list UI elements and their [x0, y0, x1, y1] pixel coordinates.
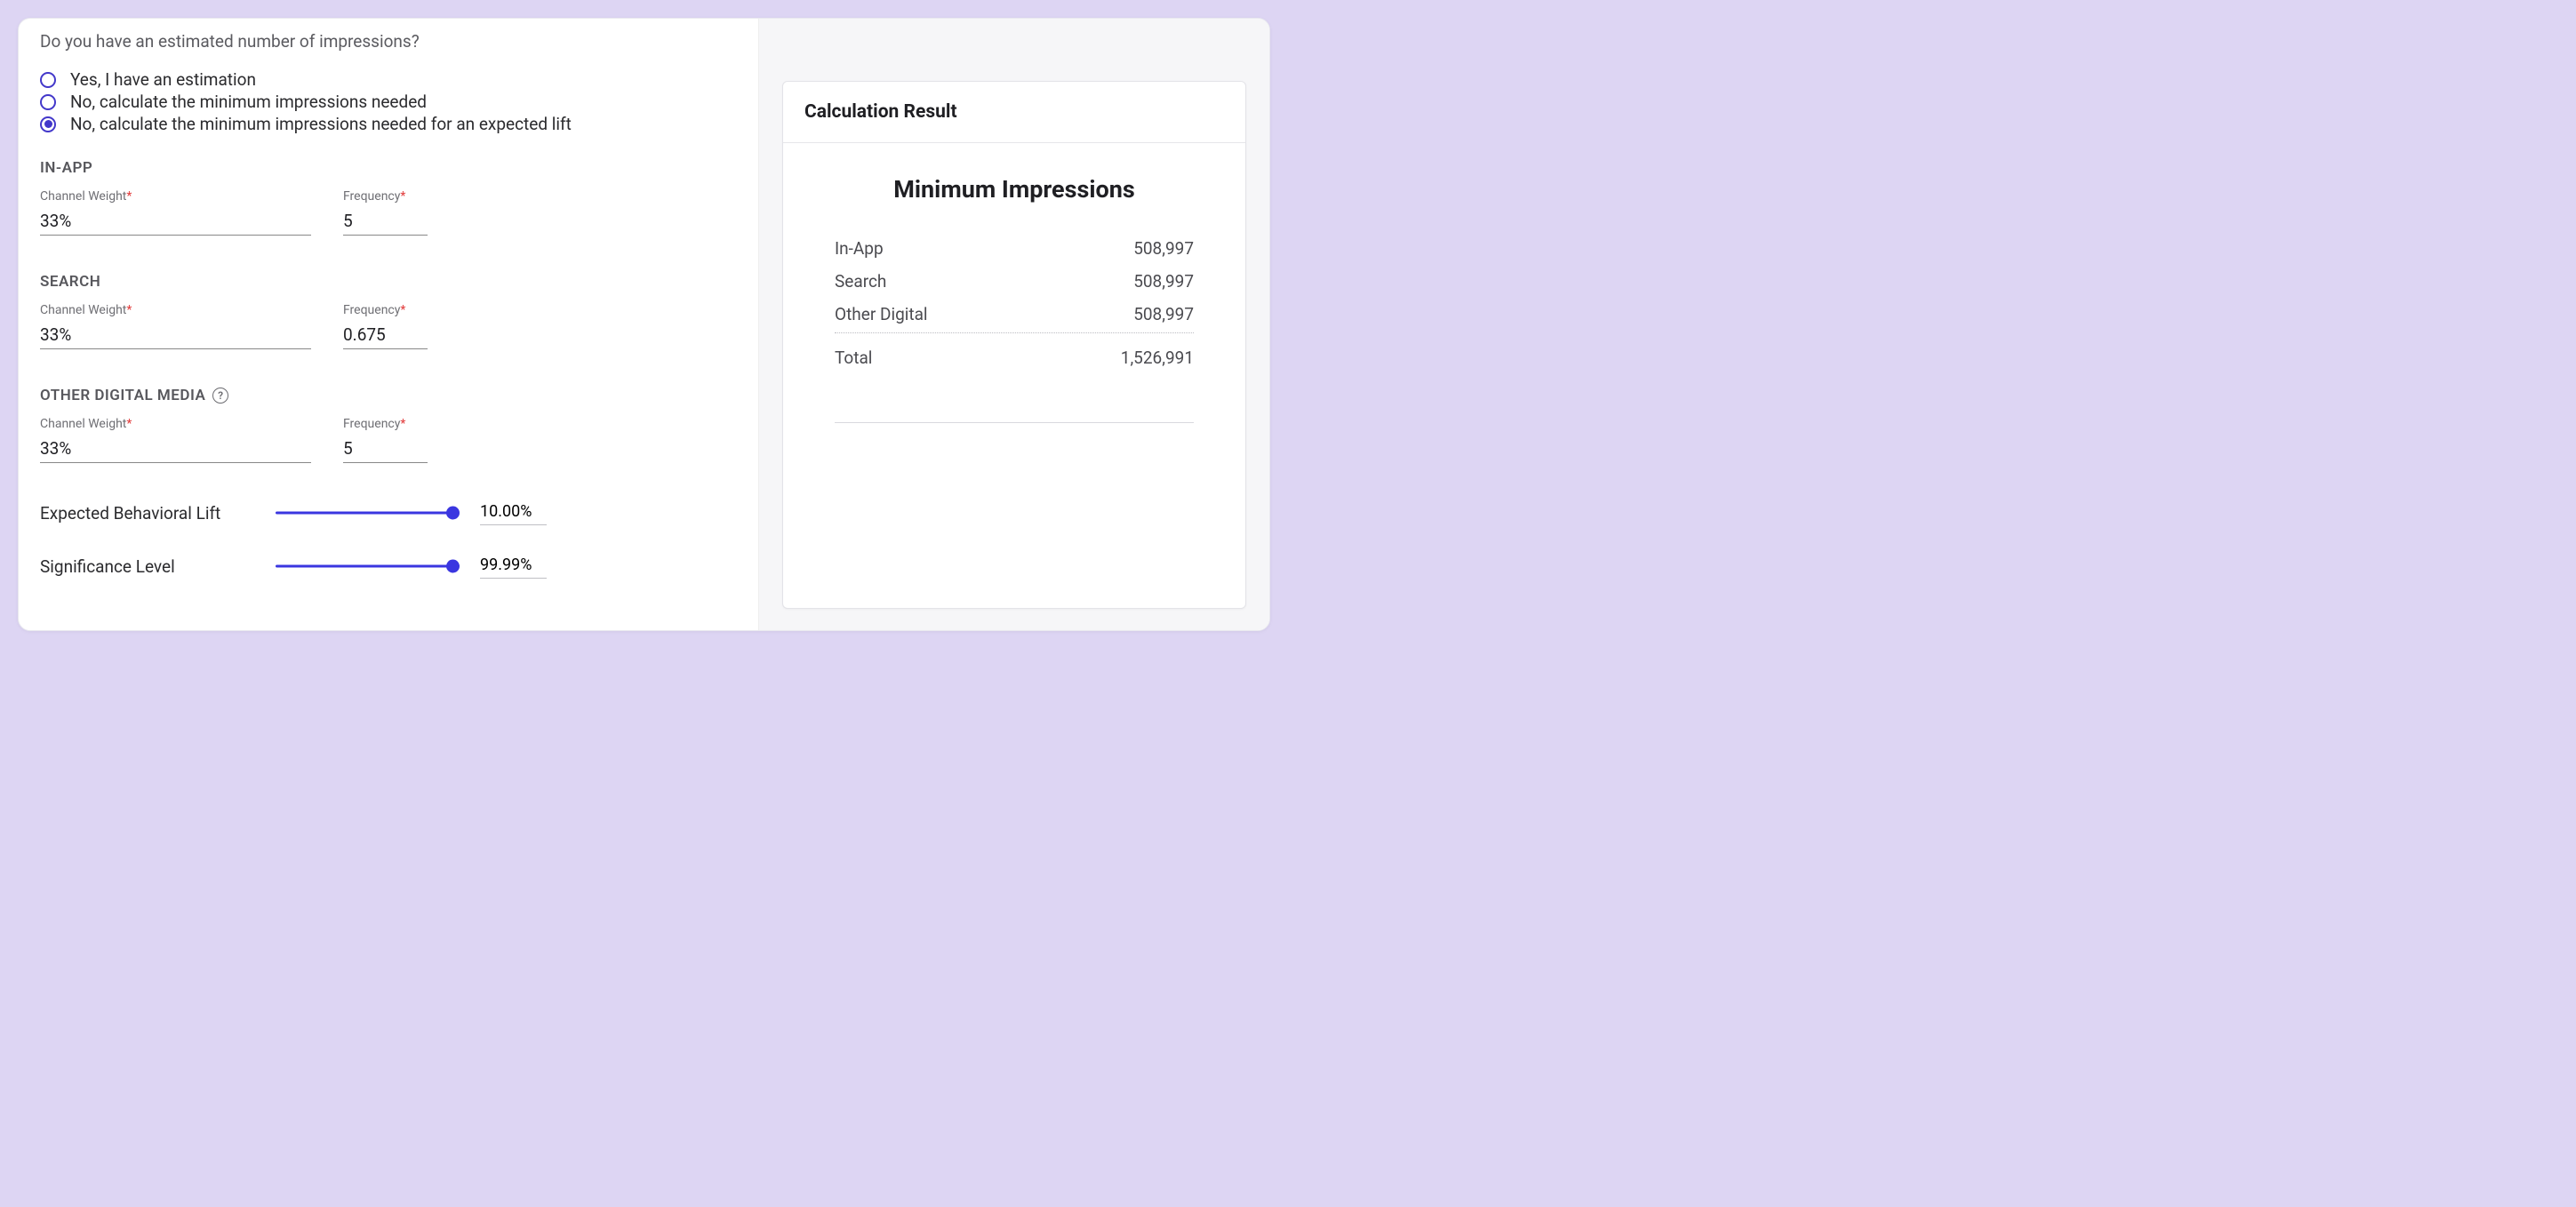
radio-icon	[40, 116, 56, 132]
radio-label: Yes, I have an estimation	[70, 69, 256, 90]
label-text: Frequency	[343, 303, 400, 317]
slider-expected-lift[interactable]	[276, 505, 453, 521]
result-row-value: 1,526,991	[1121, 348, 1194, 368]
label-text: Frequency	[343, 417, 400, 431]
required-star: *	[400, 303, 405, 317]
result-table: In-App 508,997 Search 508,997 Other Digi…	[835, 232, 1194, 374]
slider-track	[276, 565, 453, 568]
inapp-weight-input[interactable]	[40, 209, 311, 236]
slider-significance-row: Significance Level	[40, 554, 737, 579]
field-label: Frequency*	[343, 303, 428, 317]
result-row-label: Search	[835, 271, 886, 292]
field-frequency: Frequency*	[343, 189, 428, 236]
field-frequency: Frequency*	[343, 303, 428, 349]
label-text: Frequency	[343, 189, 400, 204]
field-label: Channel Weight*	[40, 417, 311, 431]
slider-thumb	[446, 507, 460, 520]
slider-significance[interactable]	[276, 558, 453, 574]
slider-expected-lift-row: Expected Behavioral Lift	[40, 500, 737, 525]
required-star: *	[400, 189, 405, 204]
channel-search-title: SEARCH	[40, 273, 737, 291]
slider-significance-label: Significance Level	[40, 556, 249, 577]
result-card: Calculation Result Minimum Impressions I…	[782, 81, 1246, 609]
main-card: Do you have an estimated number of impre…	[18, 18, 1270, 631]
label-text: Channel Weight	[40, 189, 126, 204]
required-star: *	[126, 303, 132, 317]
result-row-value: 508,997	[1133, 304, 1194, 324]
field-frequency: Frequency*	[343, 417, 428, 463]
inapp-frequency-input[interactable]	[343, 209, 428, 236]
other-frequency-input[interactable]	[343, 436, 428, 463]
expected-lift-value-input[interactable]	[480, 500, 547, 525]
result-row-other: Other Digital 508,997	[835, 298, 1194, 331]
result-title: Minimum Impressions	[835, 175, 1194, 204]
result-body: Minimum Impressions In-App 508,997 Searc…	[783, 143, 1245, 423]
search-frequency-input[interactable]	[343, 323, 428, 349]
radio-option-calc-minimum[interactable]: No, calculate the minimum impressions ne…	[40, 92, 737, 112]
field-channel-weight: Channel Weight*	[40, 189, 311, 236]
field-row: Channel Weight* Frequency*	[40, 189, 737, 236]
result-row-label: Total	[835, 348, 872, 368]
channel-other-title-text: OTHER DIGITAL MEDIA	[40, 387, 205, 404]
help-icon[interactable]: ?	[212, 388, 228, 404]
result-row-value: 508,997	[1133, 238, 1194, 259]
field-label: Frequency*	[343, 189, 428, 204]
result-row-value: 508,997	[1133, 271, 1194, 292]
required-star: *	[126, 417, 132, 431]
other-weight-input[interactable]	[40, 436, 311, 463]
channel-other-title: OTHER DIGITAL MEDIA ?	[40, 387, 737, 404]
field-label: Channel Weight*	[40, 189, 311, 204]
result-row-inapp: In-App 508,997	[835, 232, 1194, 265]
search-weight-input[interactable]	[40, 323, 311, 349]
result-pane: Calculation Result Minimum Impressions I…	[758, 19, 1269, 630]
radio-option-have-estimation[interactable]: Yes, I have an estimation	[40, 69, 737, 90]
slider-value-box	[480, 554, 547, 579]
slider-value-box	[480, 500, 547, 525]
significance-value-input[interactable]	[480, 554, 547, 579]
required-star: *	[400, 417, 405, 431]
field-channel-weight: Channel Weight*	[40, 417, 311, 463]
impressions-question: Do you have an estimated number of impre…	[40, 31, 737, 52]
field-label: Channel Weight*	[40, 303, 311, 317]
radio-icon	[40, 72, 56, 88]
radio-icon	[40, 94, 56, 110]
divider	[835, 422, 1194, 423]
slider-track	[276, 512, 453, 515]
field-row: Channel Weight* Frequency*	[40, 417, 737, 463]
form-pane: Do you have an estimated number of impre…	[19, 19, 758, 630]
field-row: Channel Weight* Frequency*	[40, 303, 737, 349]
slider-thumb	[446, 560, 460, 573]
required-star: *	[126, 189, 132, 204]
channel-other-digital: OTHER DIGITAL MEDIA ? Channel Weight* Fr…	[40, 387, 737, 463]
label-text: Channel Weight	[40, 417, 126, 431]
impressions-radio-group: Yes, I have an estimation No, calculate …	[40, 69, 737, 134]
radio-label: No, calculate the minimum impressions ne…	[70, 92, 427, 112]
channel-inapp: IN-APP Channel Weight* Frequency*	[40, 159, 737, 236]
result-row-search: Search 508,997	[835, 265, 1194, 298]
result-row-label: Other Digital	[835, 304, 928, 324]
channel-search: SEARCH Channel Weight* Frequency*	[40, 273, 737, 349]
channel-inapp-title: IN-APP	[40, 159, 737, 177]
slider-expected-lift-label: Expected Behavioral Lift	[40, 503, 249, 524]
label-text: Channel Weight	[40, 303, 126, 317]
radio-label: No, calculate the minimum impressions ne…	[70, 114, 572, 134]
result-card-title: Calculation Result	[783, 82, 1245, 143]
radio-option-calc-minimum-lift[interactable]: No, calculate the minimum impressions ne…	[40, 114, 737, 134]
result-row-label: In-App	[835, 238, 884, 259]
result-row-total: Total 1,526,991	[835, 332, 1194, 374]
field-channel-weight: Channel Weight*	[40, 303, 311, 349]
field-label: Frequency*	[343, 417, 428, 431]
